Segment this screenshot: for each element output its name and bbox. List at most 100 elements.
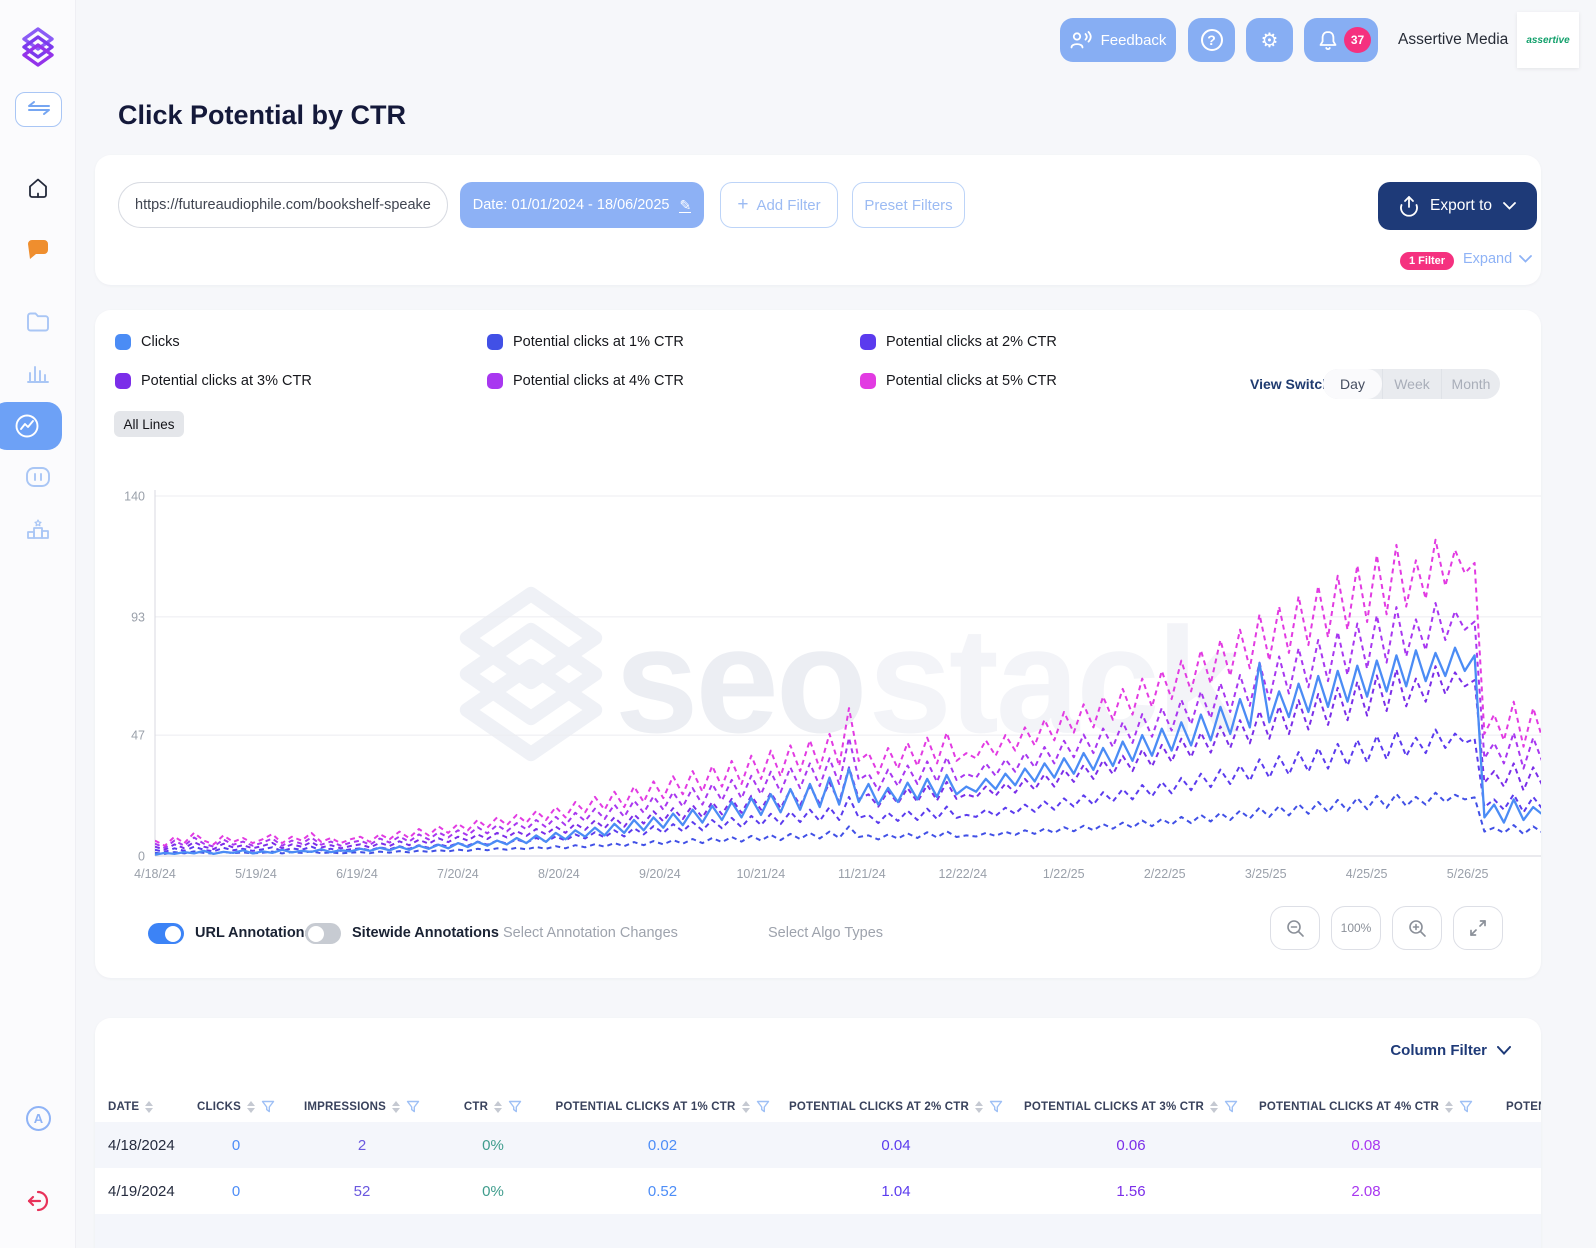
sort-icon[interactable] xyxy=(392,1100,401,1113)
sort-icon[interactable] xyxy=(741,1100,750,1113)
settings-button[interactable]: ⚙ xyxy=(1246,18,1293,62)
filter-funnel-icon[interactable] xyxy=(508,1100,522,1114)
cell-clicks: 0 xyxy=(231,1182,241,1200)
column-header-label: POTENTIAL CLICKS AT 1% CTR xyxy=(555,1100,736,1113)
column-header[interactable]: CTR xyxy=(440,1090,546,1123)
svg-text:5/19/24: 5/19/24 xyxy=(235,867,277,881)
svg-text:4/18/24: 4/18/24 xyxy=(134,867,176,881)
url-input[interactable] xyxy=(118,182,448,228)
add-filter-label: Add Filter xyxy=(756,196,821,214)
watermark: seo stack xyxy=(451,582,1240,778)
column-header-label: DATE xyxy=(108,1100,140,1113)
cell-ctr: 0% xyxy=(482,1182,504,1200)
fullscreen-button[interactable] xyxy=(1453,906,1503,950)
add-filter-button[interactable]: + Add Filter xyxy=(720,182,838,228)
legend-item-clicks[interactable]: Clicks xyxy=(115,334,180,350)
plug-icon xyxy=(26,467,50,487)
cell-date: 4/18/2024 xyxy=(108,1136,175,1154)
gear-icon: ⚙ xyxy=(1260,29,1279,52)
table-row[interactable]: 4/19/2024 0 52 0% 0.52 1.04 1.56 2.08 xyxy=(95,1168,1541,1214)
notifications-button[interactable]: 37 xyxy=(1304,18,1378,62)
cell-potential-3pct: 1.56 xyxy=(1116,1182,1146,1200)
filter-count-badge: 1 Filter xyxy=(1400,252,1455,270)
sidebar-item-logout[interactable] xyxy=(0,1188,76,1214)
view-switch-month[interactable]: Month xyxy=(1441,369,1500,399)
bar-chart-icon xyxy=(27,366,49,383)
view-switch: Day Week Month xyxy=(1323,369,1500,399)
column-filter-button[interactable]: Column Filter xyxy=(1390,1042,1511,1059)
sort-icon[interactable] xyxy=(145,1100,154,1113)
legend-item-1pct[interactable]: Potential clicks at 1% CTR xyxy=(487,334,684,350)
filter-funnel-icon[interactable] xyxy=(1224,1100,1238,1114)
expand-filters-link[interactable]: Expand xyxy=(1463,251,1533,267)
edit-icon: ✎ xyxy=(679,196,692,213)
sidebar-item-projects[interactable] xyxy=(0,311,76,333)
sort-icon[interactable] xyxy=(494,1100,503,1113)
help-button[interactable]: ? xyxy=(1188,18,1235,62)
legend-item-5pct[interactable]: Potential clicks at 5% CTR xyxy=(860,373,1057,389)
column-header[interactable]: CLICKS xyxy=(188,1090,284,1123)
sidebar-item-rankings[interactable] xyxy=(0,517,76,543)
column-header[interactable]: POTENTIAL CLICKS AT 2% CTR xyxy=(779,1090,1013,1123)
sidebar-item-reports[interactable] xyxy=(0,361,76,385)
svg-text:6/19/24: 6/19/24 xyxy=(336,867,378,881)
sort-icon[interactable] xyxy=(975,1100,984,1113)
sort-icon[interactable] xyxy=(1210,1100,1219,1113)
legend-item-3pct[interactable]: Potential clicks at 3% CTR xyxy=(115,373,312,389)
sidebar-item-click-potential-active[interactable] xyxy=(0,402,62,450)
cell-impressions: 52 xyxy=(353,1182,371,1200)
svg-text:9/20/24: 9/20/24 xyxy=(639,867,681,881)
column-header-label: POTENTIAL CLICKS AT 5% CTR xyxy=(1505,1100,1541,1113)
table-row[interactable]: 4/18/2024 0 2 0% 0.02 0.04 0.06 0.08 xyxy=(95,1122,1541,1168)
cell-potential-1pct: 0.52 xyxy=(647,1182,678,1200)
cell-clicks: 0 xyxy=(231,1136,241,1154)
column-header[interactable]: IMPRESSIONS xyxy=(284,1090,440,1123)
zoom-level-button[interactable]: 100% xyxy=(1331,906,1381,950)
sort-icon[interactable] xyxy=(1445,1100,1454,1113)
filter-funnel-icon[interactable] xyxy=(406,1100,420,1114)
filter-funnel-icon[interactable] xyxy=(261,1100,275,1114)
table-row[interactable] xyxy=(95,1214,1541,1248)
legend-swatch-icon xyxy=(487,334,503,350)
cell-potential-1pct: 0.02 xyxy=(647,1136,678,1154)
bell-icon xyxy=(1319,30,1337,50)
sidebar-item-integrations[interactable] xyxy=(0,466,76,488)
view-switch-day[interactable]: Day xyxy=(1323,369,1382,399)
column-header[interactable]: POTENTIAL CLICKS AT 1% CTR xyxy=(546,1090,779,1123)
sort-icon[interactable] xyxy=(247,1100,255,1113)
feedback-button[interactable]: Feedback xyxy=(1060,18,1176,62)
chevron-down-icon xyxy=(1519,255,1533,263)
zoom-in-button[interactable] xyxy=(1392,906,1442,950)
filter-funnel-icon[interactable] xyxy=(756,1100,770,1114)
sidebar-collapse-button[interactable] xyxy=(15,92,62,127)
view-switch-week[interactable]: Week xyxy=(1382,369,1441,399)
filter-funnel-icon[interactable] xyxy=(1459,1100,1473,1114)
export-button[interactable]: Export to xyxy=(1378,182,1537,230)
legend-label: Potential clicks at 5% CTR xyxy=(886,373,1057,389)
zoom-out-button[interactable] xyxy=(1270,906,1320,950)
legend-item-2pct[interactable]: Potential clicks at 2% CTR xyxy=(860,334,1057,350)
preset-filters-button[interactable]: Preset Filters xyxy=(852,182,965,228)
sidebar-item-chat[interactable] xyxy=(0,237,76,263)
column-header-label: POTENTIAL CLICKS AT 2% CTR xyxy=(788,1100,970,1113)
legend-item-4pct[interactable]: Potential clicks at 4% CTR xyxy=(487,373,684,389)
sidebar-item-a-badge[interactable]: A xyxy=(26,1106,51,1131)
url-annotations-toggle[interactable] xyxy=(148,923,184,944)
all-lines-button[interactable]: All Lines xyxy=(114,411,184,437)
select-annotation-changes-dropdown[interactable]: Select Annotation Changes xyxy=(503,925,678,941)
page-title: Click Potential by CTR xyxy=(118,100,407,130)
legend-swatch-icon xyxy=(115,373,131,389)
column-header[interactable]: POTENTIAL CLICKS AT 4% CTR xyxy=(1249,1090,1483,1123)
sidebar-item-home[interactable] xyxy=(0,176,76,200)
filter-funnel-icon[interactable] xyxy=(989,1100,1003,1114)
cell-impressions: 2 xyxy=(357,1136,367,1154)
account-name[interactable]: Assertive Media xyxy=(1398,31,1508,49)
select-algo-types-dropdown[interactable]: Select Algo Types xyxy=(768,925,883,941)
column-header[interactable]: POTENTIAL CLICKS AT 3% CTR xyxy=(1013,1090,1249,1123)
date-range-button[interactable]: Date: 01/01/2024 - 18/06/2025 ✎ xyxy=(460,182,704,228)
folder-icon xyxy=(27,312,49,332)
zoom-level-label: 100% xyxy=(1340,921,1372,935)
column-header[interactable]: DATE xyxy=(95,1090,188,1123)
sitewide-annotations-toggle[interactable] xyxy=(305,923,341,944)
column-header[interactable]: POTENTIAL CLICKS AT 5% CTR xyxy=(1483,1090,1541,1123)
